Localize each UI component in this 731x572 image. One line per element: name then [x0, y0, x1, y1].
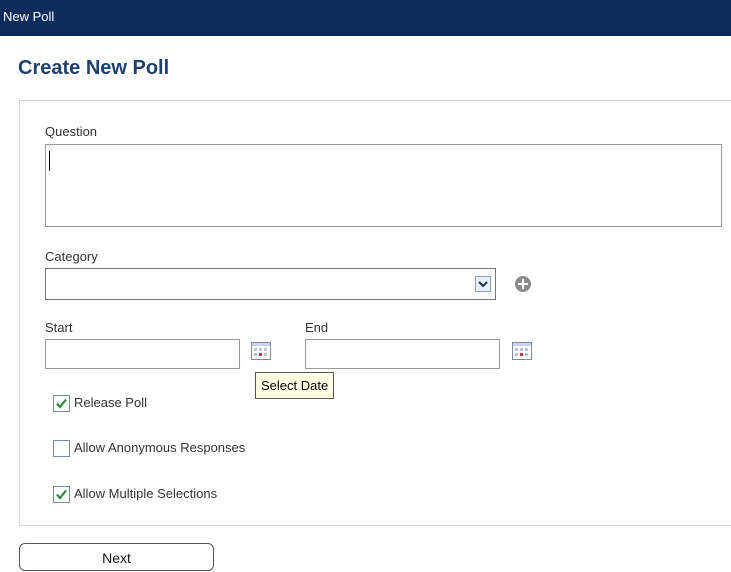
allow-anonymous-label: Allow Anonymous Responses — [74, 440, 246, 455]
calendar-icon[interactable] — [512, 342, 532, 360]
dropdown-arrow-icon[interactable] — [475, 276, 491, 292]
question-textarea[interactable] — [45, 144, 722, 227]
add-category-icon[interactable] — [514, 275, 532, 298]
start-label: Start — [45, 320, 73, 335]
window-title-bar: New Poll — [0, 0, 731, 36]
question-label: Question — [45, 124, 98, 139]
calendar-icon[interactable] — [251, 342, 271, 360]
allow-multiple-checkbox[interactable] — [53, 486, 70, 503]
end-label: End — [305, 320, 329, 335]
start-date-input[interactable] — [45, 339, 240, 369]
category-label: Category — [45, 249, 98, 264]
next-button[interactable]: Next — [19, 543, 214, 571]
release-poll-label: Release Poll — [74, 395, 147, 410]
allow-multiple-label: Allow Multiple Selections — [74, 486, 218, 501]
end-date-input[interactable] — [305, 339, 500, 369]
page-title: Create New Poll — [18, 57, 170, 79]
select-date-tooltip: Select Date — [255, 372, 335, 399]
window-title: New Poll — [3, 9, 55, 24]
allow-anonymous-checkbox[interactable] — [53, 440, 70, 457]
text-caret — [49, 151, 50, 171]
category-select[interactable] — [45, 268, 496, 300]
release-poll-checkbox[interactable] — [53, 395, 70, 412]
